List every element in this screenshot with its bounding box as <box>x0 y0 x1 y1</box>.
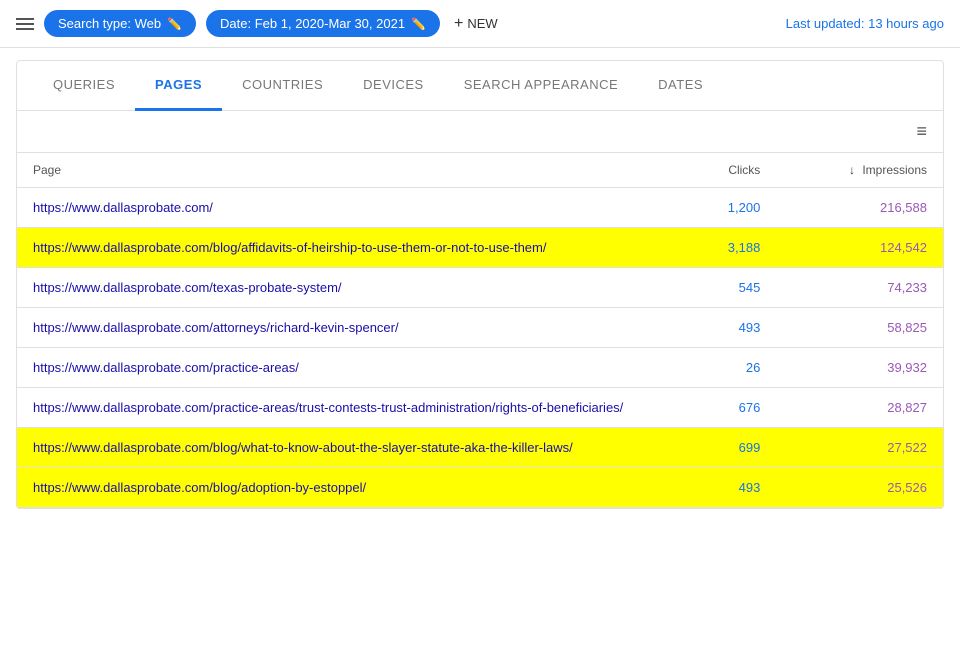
pages-table: Page Clicks ↓ Impressions https://www.da… <box>17 153 943 508</box>
page-url-cell[interactable]: https://www.dallasprobate.com/attorneys/… <box>17 308 647 348</box>
page-link[interactable]: https://www.dallasprobate.com/blog/affid… <box>33 240 546 255</box>
table-row: https://www.dallasprobate.com/texas-prob… <box>17 268 943 308</box>
impressions-cell: 39,932 <box>776 348 943 388</box>
col-header-impressions[interactable]: ↓ Impressions <box>776 153 943 188</box>
page-url-cell[interactable]: https://www.dallasprobate.com/ <box>17 188 647 228</box>
page-link[interactable]: https://www.dallasprobate.com/ <box>33 200 213 215</box>
clicks-cell: 1,200 <box>647 188 777 228</box>
edit-icon: ✏️ <box>167 17 182 31</box>
clicks-cell: 676 <box>647 388 777 428</box>
main-card: QUERIESPAGESCOUNTRIESDEVICESSEARCH APPEA… <box>16 60 944 509</box>
impressions-cell: 124,542 <box>776 228 943 268</box>
impressions-cell: 58,825 <box>776 308 943 348</box>
page-url-cell[interactable]: https://www.dallasprobate.com/practice-a… <box>17 348 647 388</box>
tab-pages[interactable]: PAGES <box>135 61 222 111</box>
page-link[interactable]: https://www.dallasprobate.com/practice-a… <box>33 360 299 375</box>
clicks-cell: 26 <box>647 348 777 388</box>
page-url-cell[interactable]: https://www.dallasprobate.com/blog/affid… <box>17 228 647 268</box>
table-row: https://www.dallasprobate.com/blog/what-… <box>17 428 943 468</box>
impressions-cell: 27,522 <box>776 428 943 468</box>
page-link[interactable]: https://www.dallasprobate.com/blog/adopt… <box>33 480 366 495</box>
tab-queries[interactable]: QUERIES <box>33 61 135 111</box>
table-row: https://www.dallasprobate.com/blog/affid… <box>17 228 943 268</box>
filter-bar: ≡ <box>17 111 943 153</box>
clicks-cell: 545 <box>647 268 777 308</box>
plus-icon: + <box>454 15 463 33</box>
col-header-clicks[interactable]: Clicks <box>647 153 777 188</box>
menu-icon[interactable] <box>16 18 34 30</box>
page-link[interactable]: https://www.dallasprobate.com/blog/what-… <box>33 440 573 455</box>
page-url-cell[interactable]: https://www.dallasprobate.com/blog/adopt… <box>17 468 647 508</box>
page-link[interactable]: https://www.dallasprobate.com/practice-a… <box>33 400 623 415</box>
impressions-cell: 28,827 <box>776 388 943 428</box>
date-label: Date: Feb 1, 2020-Mar 30, 2021 <box>220 16 405 31</box>
col-header-page: Page <box>17 153 647 188</box>
table-row: https://www.dallasprobate.com/1,200216,5… <box>17 188 943 228</box>
page-link[interactable]: https://www.dallasprobate.com/texas-prob… <box>33 280 342 295</box>
search-type-label: Search type: Web <box>58 16 161 31</box>
filter-icon[interactable]: ≡ <box>916 121 927 142</box>
table-row: https://www.dallasprobate.com/blog/adopt… <box>17 468 943 508</box>
page-url-cell[interactable]: https://www.dallasprobate.com/blog/what-… <box>17 428 647 468</box>
last-updated: Last updated: 13 hours ago <box>786 16 944 31</box>
topbar: Search type: Web ✏️ Date: Feb 1, 2020-Ma… <box>0 0 960 48</box>
clicks-cell: 3,188 <box>647 228 777 268</box>
clicks-cell: 493 <box>647 468 777 508</box>
table-row: https://www.dallasprobate.com/attorneys/… <box>17 308 943 348</box>
clicks-cell: 493 <box>647 308 777 348</box>
tab-bar: QUERIESPAGESCOUNTRIESDEVICESSEARCH APPEA… <box>17 61 943 111</box>
table-row: https://www.dallasprobate.com/practice-a… <box>17 348 943 388</box>
clicks-cell: 699 <box>647 428 777 468</box>
new-label: NEW <box>467 16 497 31</box>
tab-search_appearance[interactable]: SEARCH APPEARANCE <box>444 61 638 111</box>
impressions-cell: 216,588 <box>776 188 943 228</box>
page-url-cell[interactable]: https://www.dallasprobate.com/texas-prob… <box>17 268 647 308</box>
search-type-button[interactable]: Search type: Web ✏️ <box>44 10 196 37</box>
page-link[interactable]: https://www.dallasprobate.com/attorneys/… <box>33 320 399 335</box>
date-button[interactable]: Date: Feb 1, 2020-Mar 30, 2021 ✏️ <box>206 10 440 37</box>
new-button[interactable]: + NEW <box>454 15 498 33</box>
sort-arrow-icon: ↓ <box>849 163 855 177</box>
page-url-cell[interactable]: https://www.dallasprobate.com/practice-a… <box>17 388 647 428</box>
edit-icon-date: ✏️ <box>411 17 426 31</box>
table-row: https://www.dallasprobate.com/practice-a… <box>17 388 943 428</box>
impressions-cell: 74,233 <box>776 268 943 308</box>
tab-devices[interactable]: DEVICES <box>343 61 444 111</box>
tab-countries[interactable]: COUNTRIES <box>222 61 343 111</box>
tab-dates[interactable]: DATES <box>638 61 723 111</box>
impressions-cell: 25,526 <box>776 468 943 508</box>
